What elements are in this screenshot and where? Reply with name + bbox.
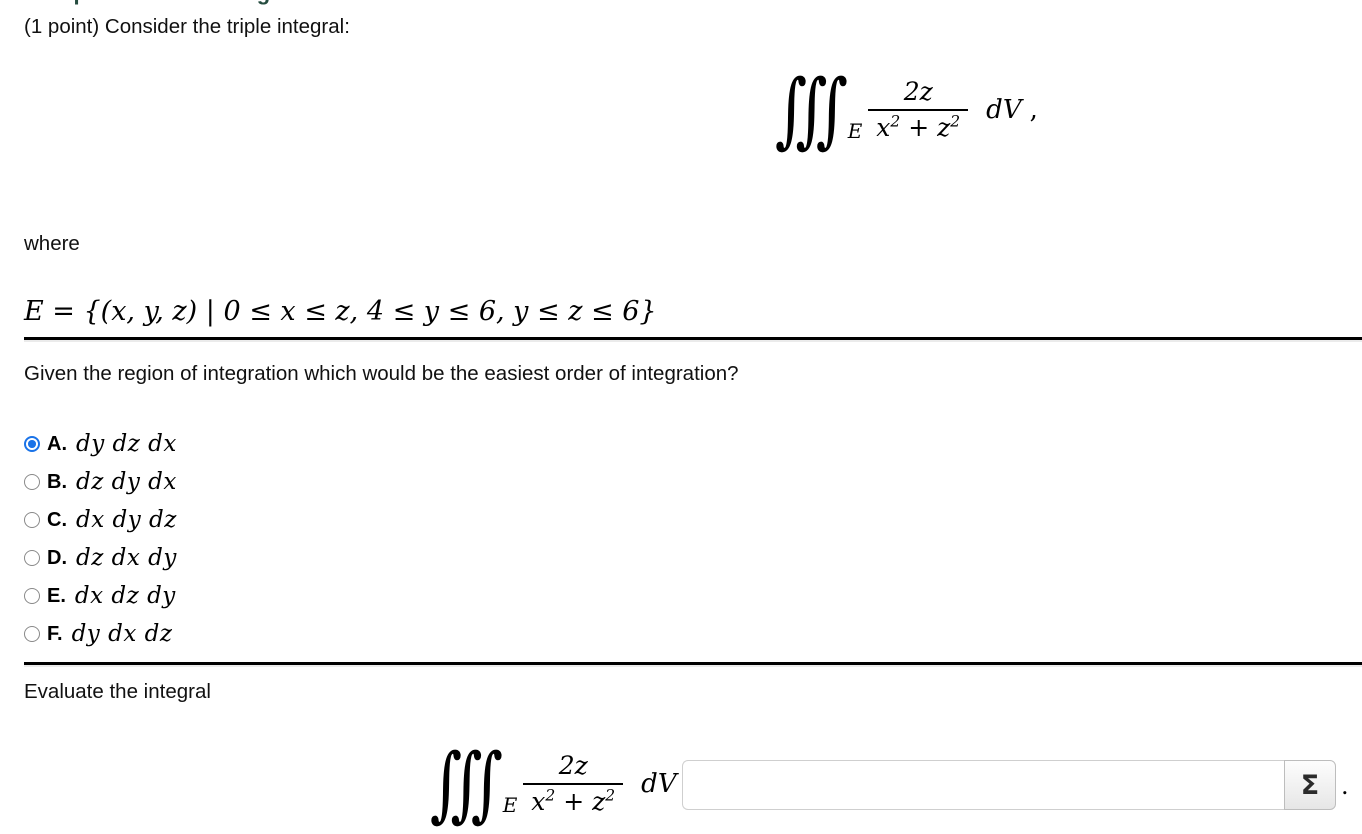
denominator-x-bottom: x: [531, 786, 546, 816]
triple-integral-symbol-wrap-bottom: ∭ E: [430, 743, 518, 825]
choice-order-d: dz dx dy: [76, 545, 177, 571]
radio-choice-d[interactable]: [24, 550, 40, 566]
choice-row-e[interactable]: E. dx dz dy: [24, 577, 177, 615]
integral-subscript-region: E: [847, 119, 863, 144]
answer-entry-group: Σ: [682, 760, 1336, 810]
choice-order-c: dx dy dz: [76, 507, 177, 533]
integrand-numerator: 2z: [903, 77, 933, 106]
choice-letter-e: E.: [47, 584, 66, 607]
cut-off-heading-strip: Complete the following.: [0, 0, 1362, 7]
choice-row-b[interactable]: B. dz dy dx: [24, 463, 177, 501]
choice-order-e: dx dz dy: [74, 583, 176, 609]
denominator-plus: +: [900, 112, 938, 142]
region-definition: E = {(x, y, z) | 0 ≤ x ≤ z, 4 ≤ y ≤ 6, y…: [24, 296, 657, 327]
display-integral-bottom: ∭ E 2z x2 + z2 dV =: [430, 743, 710, 825]
evaluate-label: Evaluate the integral: [24, 680, 211, 703]
section-divider-2-shadow: [24, 665, 1362, 667]
integral-trailing-comma: ,: [1029, 95, 1038, 126]
radio-choice-b[interactable]: [24, 474, 40, 490]
order-of-integration-choices: A. dy dz dx B. dz dy dx C. dx dy dz D. d…: [24, 425, 177, 653]
choice-letter-a: A.: [47, 432, 67, 455]
denominator-x: x: [876, 112, 891, 142]
choice-row-c[interactable]: C. dx dy dz: [24, 501, 177, 539]
choice-row-d[interactable]: D. dz dx dy: [24, 539, 177, 577]
denominator-x-exponent-bottom: 2: [545, 786, 556, 805]
triple-integral-icon-bottom: ∭: [430, 735, 503, 832]
integrand-denominator-bottom: x2 + z2: [523, 785, 623, 817]
radio-choice-e[interactable]: [24, 588, 40, 604]
choice-order-f: dy dx dz: [71, 621, 173, 647]
denominator-x-exponent: 2: [890, 112, 901, 131]
choice-row-a[interactable]: A. dy dz dx: [24, 425, 177, 463]
answer-input[interactable]: [682, 760, 1284, 810]
choice-row-f[interactable]: F. dy dx dz: [24, 615, 177, 653]
choice-letter-b: B.: [47, 470, 67, 493]
radio-choice-c[interactable]: [24, 512, 40, 528]
denominator-z-exponent: 2: [950, 112, 961, 131]
differential-dv: dV: [986, 95, 1022, 126]
choice-letter-f: F.: [47, 622, 63, 645]
sigma-math-palette-button[interactable]: Σ: [1284, 760, 1336, 810]
triple-integral-symbol-wrap: ∭ E: [775, 69, 863, 151]
display-integral-top: ∭ E 2z x2 + z2 dV ,: [775, 69, 1038, 151]
denominator-plus-bottom: +: [555, 786, 593, 816]
choice-order-a: dy dz dx: [76, 431, 177, 457]
denominator-z: z: [937, 112, 951, 142]
problem-prompt: (1 point) Consider the triple integral:: [24, 15, 350, 38]
radio-choice-a[interactable]: [24, 436, 40, 452]
choice-order-b: dz dy dx: [76, 469, 177, 495]
trailing-period: .: [1341, 772, 1349, 800]
integrand-numerator-bottom: 2z: [558, 751, 588, 780]
integrand-denominator: x2 + z2: [868, 111, 968, 143]
choice-letter-c: C.: [47, 508, 67, 531]
choice-letter-d: D.: [47, 546, 67, 569]
question-text: Given the region of integration which wo…: [24, 362, 739, 385]
denominator-z-exponent-bottom: 2: [605, 786, 616, 805]
integrand-fraction: 2z x2 + z2: [868, 77, 969, 143]
radio-choice-f[interactable]: [24, 626, 40, 642]
integrand-fraction-bottom: 2z x2 + z2: [523, 751, 624, 817]
section-divider-1-shadow: [24, 340, 1362, 342]
triple-integral-icon: ∭: [775, 61, 848, 158]
denominator-z-bottom: z: [592, 786, 606, 816]
differential-dv-bottom: dV: [641, 769, 677, 800]
where-label: where: [24, 232, 80, 255]
cut-off-heading-text: Complete the following.: [24, 0, 277, 6]
integral-subscript-region-bottom: E: [502, 793, 518, 818]
